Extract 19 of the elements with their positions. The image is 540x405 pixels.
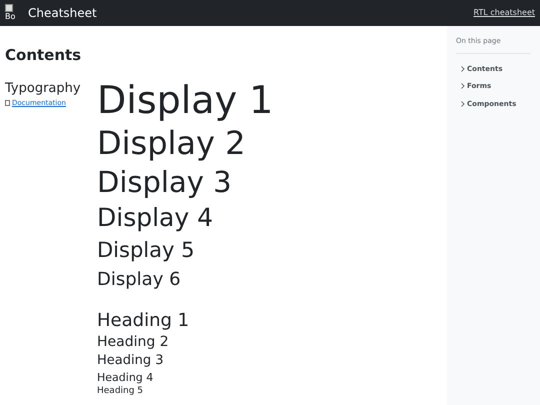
display-heading: Display 3 <box>97 164 233 201</box>
display-heading: Display 5 <box>97 237 196 264</box>
heading-text: Heading 5 <box>97 385 144 397</box>
book-icon <box>5 100 10 106</box>
brand-link[interactable]: Cheatsheet <box>28 4 97 22</box>
section-title: Typography <box>5 81 82 97</box>
page-title: Contents <box>5 45 82 65</box>
heading-text: Heading 1 <box>97 310 190 332</box>
chevron-icon <box>461 100 465 107</box>
chevron-icon <box>461 66 465 72</box>
heading-text: Heading 3 <box>97 352 164 370</box>
heading-text: Heading 2 <box>97 333 170 352</box>
heading-text: Heading 4 <box>97 370 154 385</box>
display-heading: Display 1 <box>97 77 274 123</box>
rtl-link[interactable]: RTL cheatsheet <box>473 7 535 19</box>
chevron-icon <box>461 83 465 90</box>
display-heading: Display 4 <box>97 202 214 234</box>
display-heading: Display 6 <box>97 268 182 292</box>
display-heading: Display 2 <box>97 123 246 163</box>
